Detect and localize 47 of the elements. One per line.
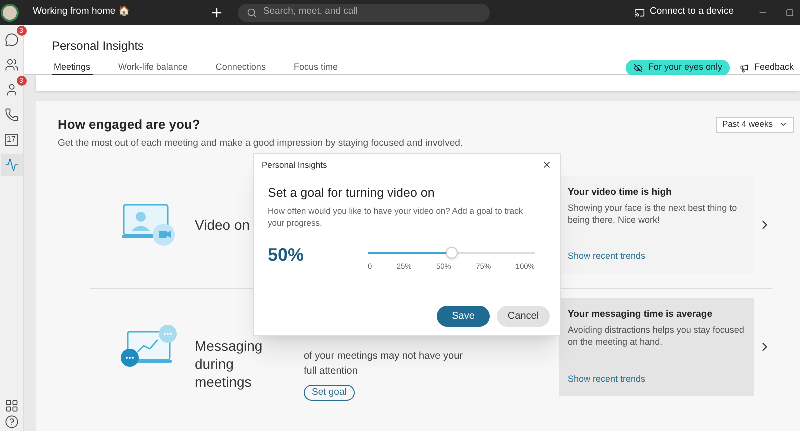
page-title: Personal Insights <box>52 38 146 55</box>
sidebar-item[interactable] <box>0 154 22 176</box>
cast-icon <box>635 8 646 18</box>
insight-text: Showing your face is the next best thing to being there. Nice work! <box>568 202 738 226</box>
laptop-video-drawing <box>122 202 178 246</box>
card-title: How engaged are you? <box>58 116 200 134</box>
cancel-button[interactable]: Cancel <box>497 306 550 327</box>
avatar[interactable] <box>1 4 19 22</box>
metric-label: Messaging during meetings <box>195 336 264 390</box>
phone-icon <box>4 108 18 122</box>
privacy-badge: For your eyes only <box>626 60 730 76</box>
megaphone-icon <box>740 64 750 72</box>
metric-label: Video on <box>195 216 250 234</box>
insight-title: Your messaging time is average <box>568 308 714 322</box>
new-icon[interactable] <box>210 6 224 20</box>
dialog-description: How often would you like to have your video on? Add a goal to track your progress. <box>268 204 524 228</box>
period-dropdown[interactable]: Past 4 weeks <box>716 116 794 133</box>
search-icon <box>247 8 258 18</box>
set-goal-button[interactable]: Set goal <box>304 384 355 400</box>
search-field[interactable]: Search, meet, and call <box>238 4 490 22</box>
tab[interactable]: Work-life balance <box>116 60 190 76</box>
teams-icon <box>4 58 18 72</box>
tab[interactable]: Focus time <box>292 60 340 76</box>
dialog-heading: Set a goal for turning video on <box>268 184 436 202</box>
connect-device-button[interactable]: Connect to a device <box>635 5 734 20</box>
insight-title: Your video time is high <box>568 186 673 200</box>
status-text[interactable]: Working from home 🏠 <box>33 5 130 20</box>
insights-icon <box>4 158 18 172</box>
feedback-button[interactable]: Feedback <box>740 61 794 75</box>
dialog-title: Personal Insights <box>262 159 328 172</box>
goal-value: 50% <box>268 244 306 266</box>
help-icon[interactable] <box>4 415 18 429</box>
save-button[interactable]: Save <box>437 306 490 327</box>
private-icon <box>634 64 644 72</box>
apps-icon[interactable] <box>4 399 18 413</box>
trends-link[interactable]: Show recent trends <box>568 250 745 264</box>
people-icon <box>4 83 18 97</box>
slider-thumb[interactable] <box>446 246 458 258</box>
close-icon[interactable] <box>542 160 552 170</box>
metric-detail: of your meetings may not have your full attention <box>304 350 464 378</box>
maximize-icon[interactable] <box>786 8 794 16</box>
tab[interactable]: Connections <box>214 60 268 76</box>
card-subtitle: Get the most out of each meeting and make a good impression by staying focused and involved. <box>58 138 464 150</box>
laptop-chat-drawing <box>120 324 180 370</box>
trends-link[interactable]: Show recent trends <box>568 372 745 386</box>
chat-icon <box>4 33 18 47</box>
insight-text: Avoiding distractions helps you stay focused on the meeting at hand. <box>568 324 745 348</box>
